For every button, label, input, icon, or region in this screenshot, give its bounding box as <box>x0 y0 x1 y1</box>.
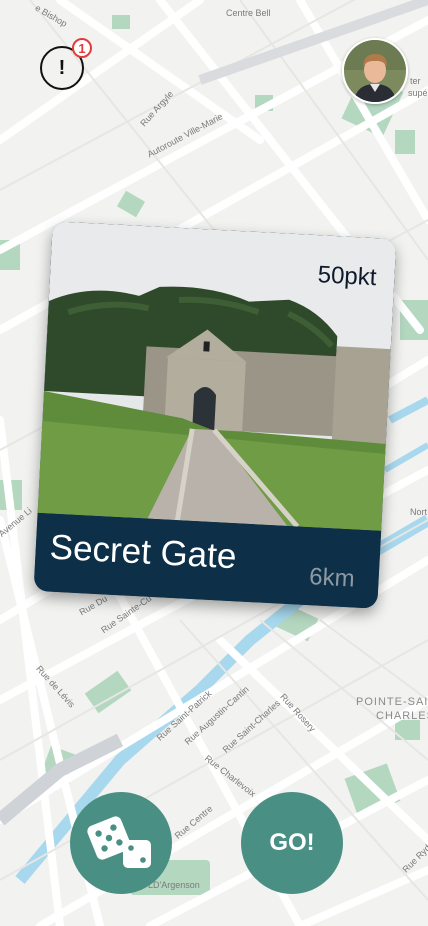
distance-label: 6km <box>308 563 356 593</box>
map-label-ter: ter <box>410 76 421 86</box>
go-label: GO! <box>269 829 315 856</box>
map-label-charles: CHARLES <box>376 710 428 722</box>
map-label-argenson: LD'Argenson <box>148 880 200 890</box>
alert-icon: ! <box>58 56 66 79</box>
map-label-supe: supé <box>408 88 428 98</box>
location-card[interactable]: 50pkt Secret Gate 6km <box>33 221 397 609</box>
map-label-north: Nort <box>410 507 428 517</box>
notification-badge: 1 <box>72 38 92 58</box>
map-label-centre-bell: Centre Bell <box>226 8 271 18</box>
map-label-pointe: POINTE-SAI <box>356 696 428 708</box>
avatar-image <box>344 40 406 102</box>
user-avatar[interactable] <box>342 38 408 104</box>
dice-icon <box>87 816 151 868</box>
random-button[interactable] <box>70 792 172 894</box>
points-label: 50pkt <box>317 261 378 292</box>
go-button[interactable]: GO! <box>241 792 343 894</box>
